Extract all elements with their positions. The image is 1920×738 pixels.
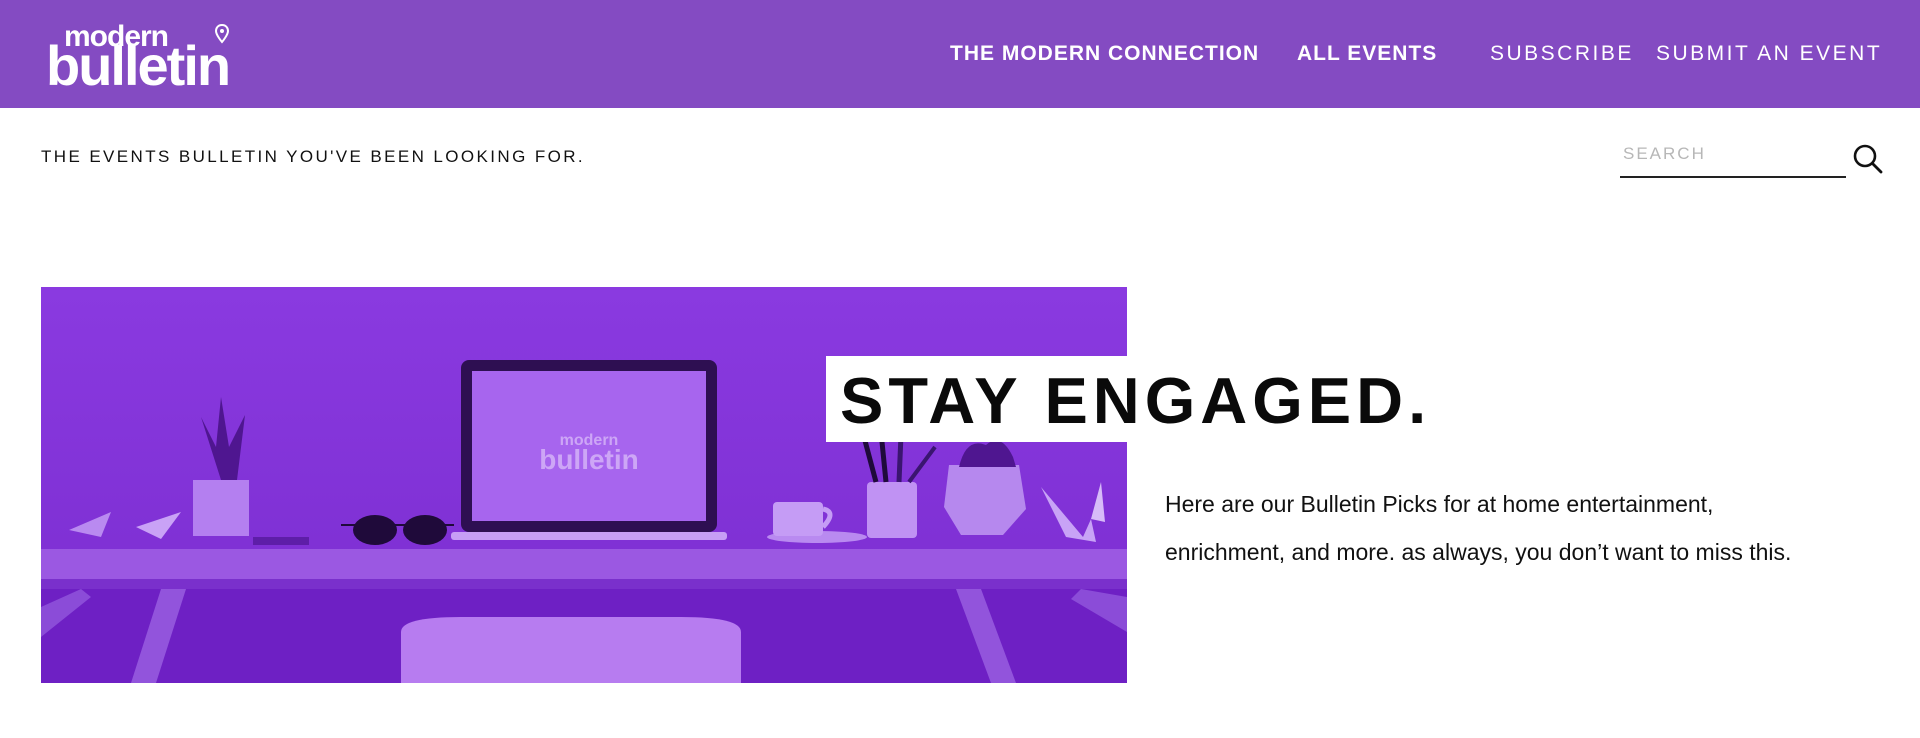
intro-paragraph: Here are our Bulletin Picks for at home … [1165,491,1792,565]
desk-illustration: modern bulletin [41,287,1127,683]
nav-item-submit-event: SUBMIT AN EVENT [1656,0,1882,108]
screen-logo-line-2: bulletin [539,444,639,475]
search-input[interactable] [1620,136,1846,172]
nav-link-modern-connection[interactable]: THE MODERN CONNECTION [950,42,1259,66]
search-icon[interactable] [1851,142,1885,176]
top-nav-bar: modern bulletin THE MODERN CONNECTION AL… [0,0,1920,108]
logo-line-2: bulletin [46,34,231,97]
nav-item-all-events: ALL EVENTS [1297,0,1437,108]
site-logo[interactable]: modern bulletin [46,20,276,94]
nav-link-subscribe[interactable]: SUBSCRIBE [1490,42,1634,66]
search-field [1620,136,1846,178]
nav-link-submit-event[interactable]: SUBMIT AN EVENT [1656,42,1882,66]
nav-item-subscribe: SUBSCRIBE [1490,0,1634,108]
location-pin-icon [214,24,230,44]
nav-link-all-events[interactable]: ALL EVENTS [1297,42,1437,66]
page-headline: STAY ENGAGED. [826,356,1444,442]
nav-item-modern-connection: THE MODERN CONNECTION [950,0,1259,108]
hero-image: modern bulletin [41,287,1127,683]
site-tagline: THE EVENTS BULLETIN YOU'VE BEEN LOOKING … [41,147,586,166]
